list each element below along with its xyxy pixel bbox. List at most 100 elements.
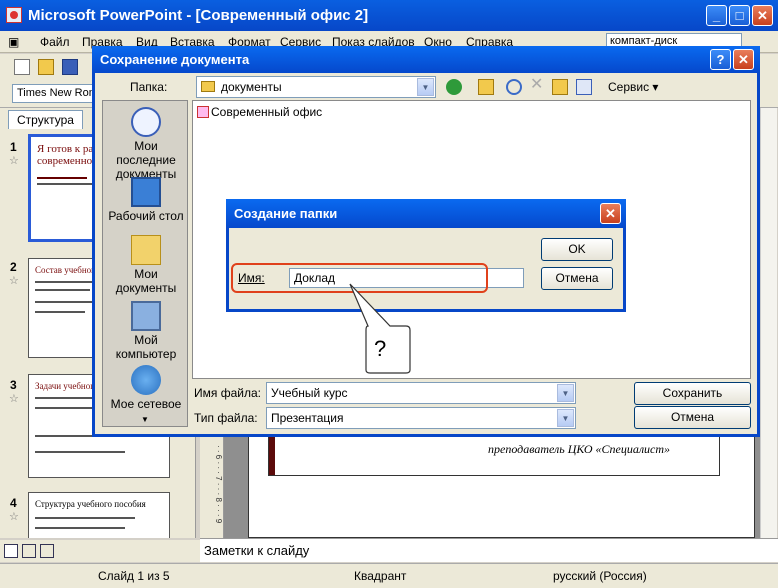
place-desktop[interactable]: Рабочий стол: [103, 177, 189, 223]
maximize-button[interactable]: □: [729, 5, 750, 26]
file-name: Современный офис: [211, 105, 323, 119]
thumb-title: Состав учебного: [35, 265, 100, 275]
thumb-line: [35, 301, 95, 303]
thumb-line: [35, 311, 85, 313]
place-my-computer[interactable]: Мой компьютер: [103, 301, 189, 361]
thumb-title: Задачи учебного: [35, 381, 99, 391]
status-design: Квадрант: [354, 569, 407, 583]
transition-icon: ☆: [9, 511, 19, 523]
close-dialog-button[interactable]: ✕: [733, 49, 754, 70]
slideshow-view-icon[interactable]: [40, 544, 54, 558]
filetype-select[interactable]: Презентация ▼: [266, 407, 576, 429]
tools-label: Сервис: [608, 80, 650, 94]
transition-icon: ☆: [9, 275, 19, 287]
open-folder-icon[interactable]: [38, 59, 54, 75]
menu-file[interactable]: Файл: [40, 35, 70, 49]
thumb-line: [35, 281, 95, 283]
thumb-line: [35, 289, 90, 291]
save-dialog-title: Сохранение документа: [100, 52, 250, 67]
thumb-line: [37, 177, 87, 179]
place-recent-label: Мои последние документы: [115, 139, 177, 181]
chevron-down-icon[interactable]: ▼: [557, 384, 574, 402]
status-language: русский (Россия): [553, 569, 647, 583]
folder-icon: [201, 81, 215, 92]
font-name-select[interactable]: Times New Rom: [12, 84, 98, 103]
save-dialog-titlebar: Сохранение документа ? ✕: [92, 46, 760, 73]
save-icon[interactable]: [62, 59, 78, 75]
my-documents-icon: [131, 235, 161, 265]
search-web-icon[interactable]: [506, 79, 522, 95]
filetype-value: Презентация: [271, 411, 344, 425]
notes-placeholder: Заметки к слайду: [204, 543, 310, 558]
desktop-icon: [131, 177, 161, 207]
tab-outline[interactable]: Структура: [8, 110, 83, 129]
close-window-button[interactable]: ✕: [752, 5, 773, 26]
file-item[interactable]: Современный офис: [197, 105, 322, 119]
close-dialog-button[interactable]: ✕: [600, 203, 621, 224]
filename-label: Имя файла:: [194, 386, 261, 400]
normal-view-icon[interactable]: [4, 544, 18, 558]
slide-number: 3: [10, 378, 17, 392]
slide-footer-text: преподаватель ЦКО «Специалист»: [488, 442, 671, 456]
places-bar: Мои последние документы Рабочий стол Мои…: [102, 100, 188, 427]
thumb-line: [35, 451, 125, 453]
filename-input[interactable]: Учебный курс ▼: [266, 382, 576, 404]
sorter-view-icon[interactable]: [22, 544, 36, 558]
transition-icon: ☆: [9, 393, 19, 405]
ok-button[interactable]: OK: [541, 238, 613, 261]
chevron-down-icon[interactable]: ▼: [557, 409, 574, 427]
up-folder-icon[interactable]: [478, 79, 494, 95]
thumb-line: [37, 183, 97, 185]
status-bar: Слайд 1 из 5 Квадрант русский (Россия): [0, 563, 778, 588]
folder-label: Папка:: [130, 80, 168, 94]
slide-number: 1: [10, 140, 17, 154]
cancel-save-button[interactable]: Отмена: [634, 406, 751, 429]
help-button[interactable]: ?: [710, 49, 731, 70]
my-computer-icon: [131, 301, 161, 331]
new-folder-title: Создание папки: [234, 206, 338, 221]
window-titlebar: Microsoft PowerPoint - [Современный офис…: [0, 0, 778, 31]
notes-pane[interactable]: Заметки к слайду: [200, 538, 778, 562]
vertical-ruler: · · 6 · · · 7 · · · 8 · · · 9: [200, 430, 224, 538]
status-slide-info: Слайд 1 из 5: [98, 569, 170, 583]
callout-text: ?: [374, 336, 387, 361]
tools-menu[interactable]: Сервис ▾: [608, 80, 658, 94]
filetype-label: Тип файла:: [194, 411, 258, 425]
recent-documents-icon: [131, 107, 161, 137]
slide-thumbnail-4[interactable]: Структура учебного пособия: [28, 492, 170, 538]
new-folder-icon[interactable]: [552, 79, 568, 95]
place-my-documents[interactable]: Мои документы: [103, 235, 189, 295]
new-folder-titlebar: Создание папки ✕: [226, 199, 626, 228]
views-icon[interactable]: [576, 79, 592, 95]
thumb-line: [35, 517, 135, 519]
powerpoint-icon: [6, 7, 22, 23]
folder-value: документы: [221, 80, 282, 94]
place-network-label: Мое сетевое: [110, 397, 182, 411]
save-button[interactable]: Сохранить: [634, 382, 751, 405]
menu-app-icon[interactable]: ▣: [8, 35, 19, 49]
filename-value: Учебный курс: [271, 386, 348, 400]
minimize-button[interactable]: _: [706, 5, 727, 26]
vertical-scrollbar[interactable]: [760, 108, 777, 540]
window-title: Microsoft PowerPoint - [Современный офис…: [28, 7, 369, 24]
scroll-down-icon[interactable]: ▼: [141, 415, 149, 424]
transition-icon: ☆: [9, 155, 19, 167]
place-desktop-label: Рабочий стол: [108, 209, 184, 223]
slide-number: 2: [10, 260, 17, 274]
thumb-title: Структура учебного пособия: [35, 499, 146, 509]
cancel-folder-button[interactable]: Отмена: [541, 267, 613, 290]
delete-icon[interactable]: ✕: [530, 77, 546, 93]
slide-number: 4: [10, 496, 17, 510]
place-network[interactable]: Мое сетевое: [103, 365, 189, 411]
ppt-file-icon: [197, 106, 209, 118]
new-file-icon[interactable]: [14, 59, 30, 75]
thumb-line: [35, 527, 125, 529]
place-recent[interactable]: Мои последние документы: [103, 107, 189, 181]
back-icon[interactable]: [446, 79, 462, 95]
chevron-down-icon[interactable]: ▼: [417, 78, 434, 96]
place-my-computer-label: Мой компьютер: [115, 333, 177, 361]
network-icon: [131, 365, 161, 395]
place-my-documents-label: Мои документы: [115, 267, 177, 295]
folder-select[interactable]: документы ▼: [196, 76, 436, 98]
view-buttons: [0, 540, 200, 562]
